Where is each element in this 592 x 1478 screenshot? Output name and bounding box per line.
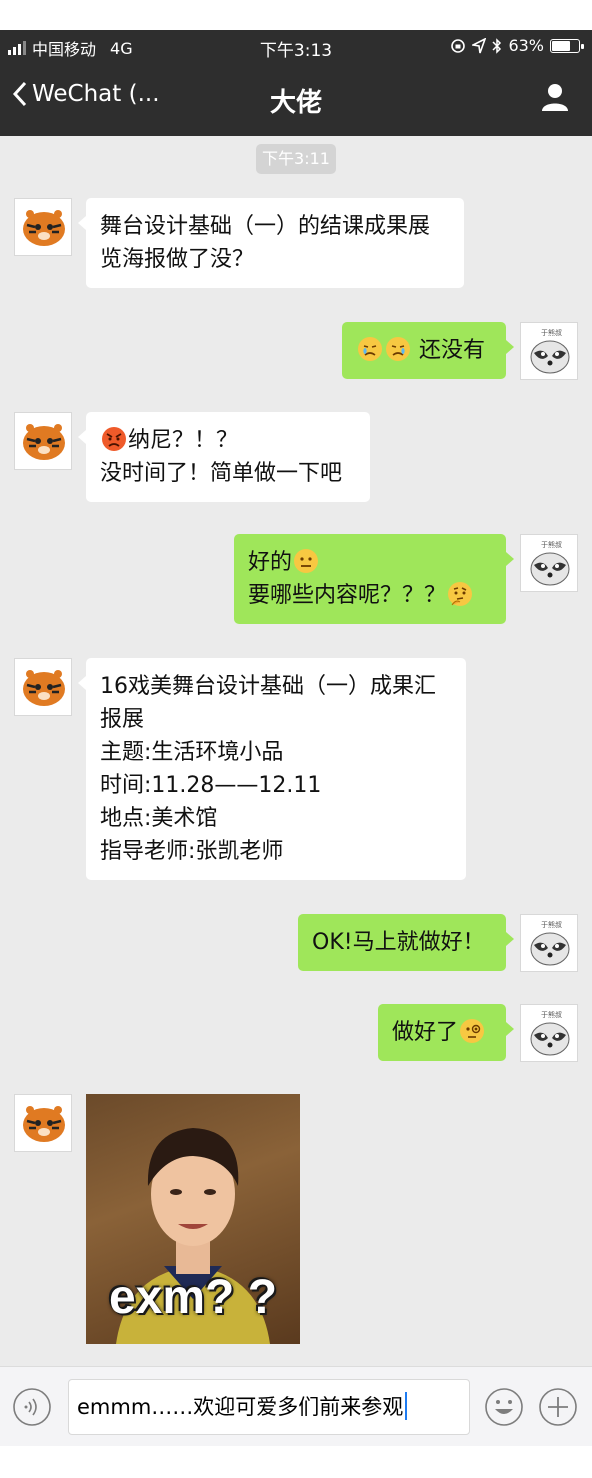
my-avatar[interactable]: 于熊叔: [520, 322, 578, 380]
raccoon-avatar-icon: 于熊叔: [530, 540, 570, 586]
message-text: 好的: [248, 550, 293, 575]
sticker-image[interactable]: exm? ?: [86, 1094, 300, 1344]
person-icon: [542, 84, 568, 111]
my-avatar[interactable]: 于熊叔: [520, 914, 578, 972]
monocle-face-icon: [460, 1019, 485, 1043]
chat-area[interactable]: 下午3:11 舞台设计基础（一）的结课成果展 览海报做了没？ 于熊叔 还没有 纳…: [0, 136, 592, 1366]
timestamp-chip: 下午3:11: [256, 144, 336, 174]
tiger-avatar-icon: [23, 1106, 65, 1142]
message-text: 指导老师:张凯老师: [100, 839, 284, 864]
message-text: 地点:美术馆: [100, 806, 218, 831]
svg-text:于熊叔: 于熊叔: [541, 328, 562, 337]
status-bar: 中国移动 4G 下午3:13 63%: [0, 30, 592, 62]
top-margin: [0, 0, 592, 30]
tiger-avatar-icon: [23, 210, 65, 246]
voice-button[interactable]: [12, 1387, 52, 1431]
crying-face-icon: [358, 337, 382, 361]
my-avatar[interactable]: 于熊叔: [520, 1004, 578, 1062]
message-bubble[interactable]: 舞台设计基础（一）的结课成果展 览海报做了没？: [78, 198, 464, 288]
message-bubble[interactable]: 16戏美舞台设计基础（一）成果汇 报展 主题:生活环境小品 时间:11.28——…: [78, 658, 466, 880]
contact-avatar[interactable]: [14, 198, 72, 256]
crying-face-icon: [386, 337, 410, 361]
message-text: 纳尼？！？: [128, 428, 239, 453]
raccoon-avatar-icon: 于熊叔: [530, 920, 570, 966]
nav-bar: WeChat (... 大佬: [0, 62, 592, 136]
status-right: 63%: [450, 36, 584, 55]
message-text: 报展: [100, 707, 145, 732]
message-bubble[interactable]: 还没有: [342, 322, 514, 379]
message-text: 时间:11.28——12.11: [100, 773, 322, 798]
contact-avatar[interactable]: [14, 412, 72, 470]
profile-button[interactable]: [540, 82, 570, 116]
raccoon-avatar-icon: 于熊叔: [530, 328, 570, 374]
my-avatar[interactable]: 于熊叔: [520, 534, 578, 592]
voice-icon: [13, 1388, 51, 1426]
bluetooth-icon: [492, 37, 502, 54]
sticker-caption: exm? ?: [108, 1271, 278, 1324]
tiger-avatar-icon: [23, 424, 65, 460]
text-caret: [405, 1392, 408, 1420]
message-text: OK!马上就做好！: [312, 930, 485, 955]
bottom-margin: [0, 1446, 592, 1478]
message-text: 要哪些内容呢？？？: [248, 583, 447, 608]
message-text: 做好了: [392, 1020, 459, 1045]
message-text: 主题:生活环境小品: [100, 740, 284, 765]
message-text: 览海报做了没？: [100, 247, 255, 272]
svg-text:于熊叔: 于熊叔: [541, 920, 562, 929]
rotation-lock-icon: [451, 38, 466, 53]
battery-icon: [550, 38, 584, 53]
input-text: emmm……欢迎可爱多们前来参观: [77, 1395, 404, 1419]
message-text: 还没有: [419, 338, 486, 363]
contact-avatar[interactable]: [14, 658, 72, 716]
location-icon: [472, 37, 487, 53]
chat-title: 大佬: [269, 88, 322, 118]
battery-percent: 63%: [508, 36, 544, 55]
tiger-avatar-icon: [23, 670, 65, 706]
contact-avatar[interactable]: [14, 1094, 72, 1152]
emoji-button[interactable]: [484, 1387, 524, 1431]
thinking-face-icon: [448, 582, 473, 606]
raccoon-avatar-icon: 于熊叔: [530, 1010, 570, 1056]
message-bubble[interactable]: OK!马上就做好！: [298, 914, 514, 971]
message-bubble[interactable]: 纳尼？！？ 没时间了！简单做一下吧: [78, 412, 370, 502]
svg-text:于熊叔: 于熊叔: [541, 1010, 562, 1019]
message-text: 没时间了！简单做一下吧: [100, 461, 343, 486]
smiley-icon: [485, 1388, 523, 1426]
message-bubble[interactable]: 好的 要哪些内容呢？？？: [234, 534, 514, 624]
more-button[interactable]: [538, 1387, 578, 1431]
message-text: 16戏美舞台设计基础（一）成果汇: [100, 674, 436, 699]
neutral-face-icon: [294, 549, 319, 573]
angry-face-icon: [102, 427, 126, 451]
svg-text:于熊叔: 于熊叔: [541, 540, 562, 549]
plus-icon: [539, 1388, 577, 1426]
input-bar: emmm……欢迎可爱多们前来参观: [0, 1366, 592, 1446]
message-text: 舞台设计基础（一）的结课成果展: [100, 214, 431, 239]
message-input[interactable]: emmm……欢迎可爱多们前来参观: [68, 1379, 470, 1435]
message-bubble[interactable]: 做好了: [378, 1004, 514, 1061]
